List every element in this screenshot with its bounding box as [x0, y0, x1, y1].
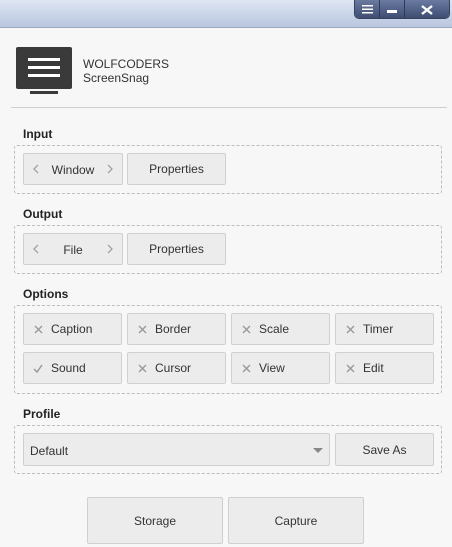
- close-icon[interactable]: [405, 0, 449, 18]
- profile-selected: Default: [30, 444, 69, 458]
- options-label: Options: [23, 287, 69, 301]
- option-label: Timer: [363, 322, 394, 336]
- option-caption[interactable]: Caption: [23, 313, 122, 345]
- input-selector[interactable]: Window: [23, 153, 123, 185]
- brand: WOLFCODERS ScreenSnag: [83, 57, 169, 85]
- window-controls: [354, 0, 450, 19]
- menu-icon[interactable]: [355, 0, 380, 18]
- x-mark-icon: [240, 323, 252, 335]
- option-label: Sound: [51, 361, 86, 375]
- chevron-down-icon: [313, 448, 323, 453]
- output-label: Output: [23, 207, 63, 221]
- option-label: View: [259, 361, 285, 375]
- product-name: ScreenSnag: [83, 71, 150, 85]
- minimize-icon[interactable]: [380, 0, 405, 18]
- option-label: Border: [155, 322, 192, 336]
- output-selector[interactable]: File: [23, 233, 123, 265]
- title-bar[interactable]: [0, 0, 452, 28]
- chevron-right-icon[interactable]: [104, 242, 116, 256]
- x-mark-icon: [344, 362, 356, 374]
- logo-stand: [30, 91, 58, 94]
- check-icon: [32, 362, 44, 374]
- option-sound[interactable]: Sound: [23, 352, 122, 384]
- option-timer[interactable]: Timer: [335, 313, 434, 345]
- x-mark-icon: [344, 323, 356, 335]
- x-mark-icon: [32, 323, 44, 335]
- storage-label: Storage: [133, 513, 177, 528]
- header-divider: [11, 107, 447, 108]
- save-as-button[interactable]: Save As: [335, 433, 434, 466]
- capture-label: Capture: [274, 513, 318, 528]
- input-properties-button[interactable]: Properties: [127, 153, 226, 185]
- company-name: WOLFCODERS: [83, 57, 170, 71]
- profile-dropdown[interactable]: Default: [23, 433, 330, 466]
- option-border[interactable]: Border: [127, 313, 226, 345]
- monitor-menu-icon: [16, 47, 72, 89]
- output-properties-label: Properties: [149, 242, 204, 256]
- save-as-label: Save As: [362, 442, 407, 457]
- input-properties-label: Properties: [149, 162, 204, 176]
- option-label: Scale: [259, 322, 290, 336]
- option-scale[interactable]: Scale: [231, 313, 330, 345]
- x-mark-icon: [136, 323, 148, 335]
- chevron-right-icon[interactable]: [104, 162, 116, 176]
- profile-label: Profile: [23, 407, 61, 421]
- output-properties-button[interactable]: Properties: [127, 233, 226, 265]
- input-label: Input: [23, 127, 53, 141]
- capture-button[interactable]: Capture: [228, 497, 364, 544]
- option-label: Caption: [51, 322, 93, 336]
- storage-button[interactable]: Storage: [87, 497, 223, 544]
- option-cursor[interactable]: Cursor: [127, 352, 226, 384]
- option-view[interactable]: View: [231, 352, 330, 384]
- option-label: Cursor: [155, 361, 192, 375]
- option-label: Edit: [363, 361, 384, 375]
- x-mark-icon: [240, 362, 252, 374]
- option-edit[interactable]: Edit: [335, 352, 434, 384]
- x-mark-icon: [136, 362, 148, 374]
